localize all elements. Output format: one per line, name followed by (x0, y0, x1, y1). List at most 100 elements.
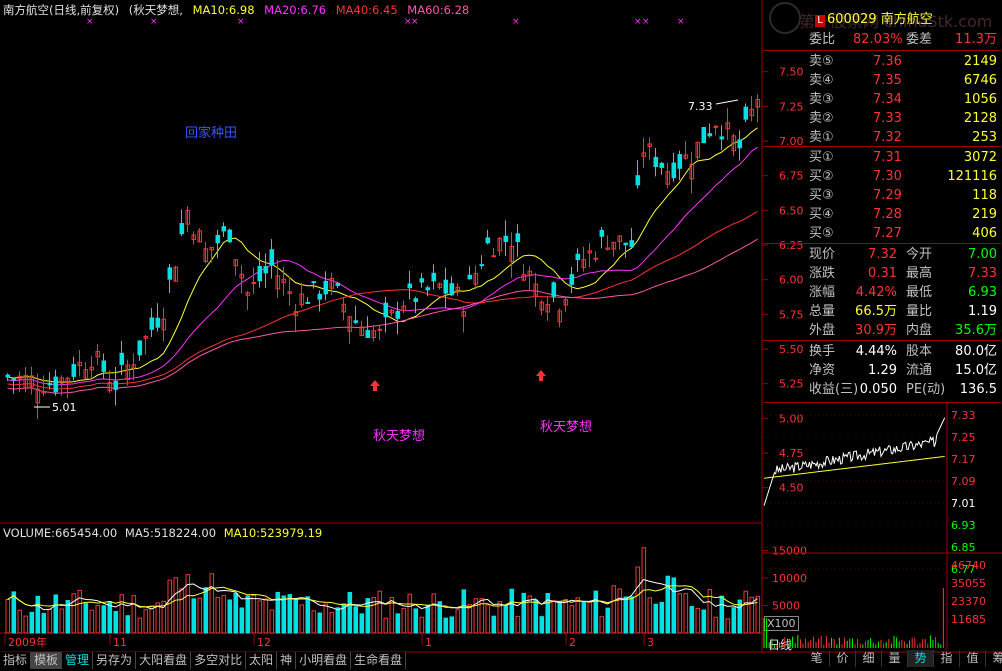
volume-header: VOLUME:665454.00 MA5:518224.00 MA10:5239… (3, 526, 322, 540)
stat-label: 流通 (906, 363, 933, 378)
volume-bar (311, 610, 317, 634)
tab-detail[interactable]: 细 (856, 650, 882, 667)
volume-bar (485, 604, 491, 634)
tab-index[interactable]: 指 (934, 650, 960, 667)
intraday-mini-chart[interactable]: 7.337.257.177.097.016.936.856.77 4674035… (763, 403, 1002, 650)
tab-xiaoming[interactable]: 小明看盘 (296, 652, 352, 669)
candle-body (659, 162, 665, 168)
order-label: 卖① (809, 130, 834, 145)
volume-bar (593, 590, 599, 634)
tab-trades[interactable]: 笔 (804, 650, 830, 667)
high-price-label: 7.33 (688, 100, 713, 113)
order-price: 7.33 (873, 111, 902, 126)
candle-body (467, 274, 473, 280)
candle-body (335, 282, 341, 286)
volume-bar (467, 604, 473, 634)
stat-value: 80.0亿 (955, 344, 997, 359)
volume-bar (605, 607, 611, 634)
weibi-label: 委比 (809, 32, 836, 47)
tab-shen[interactable]: 神 (277, 652, 297, 669)
date-label: 3 (647, 636, 654, 649)
volume-bar (317, 612, 323, 634)
date-axis: 2009年 11 12 1 2 3 (4, 633, 654, 649)
volume-bar (569, 605, 575, 634)
signal-x-mark: × (677, 17, 685, 27)
volume-bar (257, 600, 263, 634)
candle-body (743, 106, 749, 120)
volume-bar (209, 573, 215, 634)
order-price: 7.28 (873, 207, 902, 222)
stat-label: 涨幅 (809, 285, 836, 300)
volume-bar (677, 593, 683, 634)
volume-bar (11, 591, 17, 634)
ma-line (7, 238, 758, 394)
stat-value: 35.6万 (955, 323, 997, 338)
candle-body (137, 340, 143, 356)
tab-chips[interactable]: 筹 (986, 650, 1002, 667)
tab-dayang[interactable]: 大阳看盘 (136, 652, 192, 669)
tab-shengming[interactable]: 生命看盘 (351, 652, 407, 669)
volume-bar (113, 610, 119, 634)
candle-body (221, 226, 227, 232)
volume-bar (221, 595, 227, 634)
stat-value: 4.44% (855, 344, 897, 359)
tab-volume[interactable]: 量 (882, 650, 908, 667)
signal-x-mark: × (512, 17, 520, 27)
sell-row: 卖④ 7.35 6746 (763, 71, 1001, 90)
order-price: 7.29 (873, 188, 902, 203)
volume-bar (425, 604, 431, 634)
stat-label: 股本 (906, 344, 933, 359)
candle-body (653, 157, 659, 168)
tab-value[interactable]: 值 (960, 650, 986, 667)
volume-value: VOLUME:665454.00 (3, 526, 118, 540)
intraday-volume-bars (763, 588, 944, 648)
tab-template[interactable]: 模板 (31, 652, 63, 669)
stat-value: 4.42% (855, 285, 897, 300)
mini-price-label: 6.93 (951, 519, 976, 532)
volume-bar (47, 608, 53, 634)
signal-x-mark: × (642, 17, 650, 27)
stats-row: 换手 4.44% 股本 80.0亿 (763, 342, 1001, 361)
order-volume: 2149 (963, 54, 997, 69)
date-label: 2009年 (8, 635, 47, 649)
stock-code-name: L 600029 南方航空 (815, 8, 933, 27)
volume-bar (599, 616, 605, 634)
volume-bar (515, 615, 521, 634)
stats-row: 涨幅 4.42% 最低 6.93 (763, 283, 1001, 302)
weicha-value: 11.3万 (955, 32, 997, 47)
volume-bar (305, 596, 311, 634)
tab-duokong[interactable]: 多空对比 (191, 652, 247, 669)
volume-bar (731, 607, 737, 634)
candle-body (485, 237, 491, 244)
tab-taiyang[interactable]: 太阳 (246, 652, 278, 669)
candle-body (269, 249, 275, 266)
tab-indicator[interactable]: 指标 (0, 652, 32, 669)
volume-bar (17, 609, 23, 634)
volume-bar (755, 595, 761, 634)
stats-row: 净资 1.29 流通 15.0亿 (763, 361, 1001, 380)
volume-bar (131, 595, 137, 634)
volume-bar (563, 598, 569, 634)
volume-bar (695, 607, 701, 634)
tab-trend[interactable]: 势 (908, 650, 934, 667)
candle-body (251, 282, 257, 285)
stat-label: 外盘 (809, 323, 836, 338)
tab-save-as[interactable]: 另存为 (93, 652, 137, 669)
order-label: 卖⑤ (809, 54, 834, 69)
volume-bar (5, 599, 11, 634)
volume-bar (71, 593, 77, 634)
candle-body (47, 382, 53, 386)
candle-body (629, 240, 635, 248)
tab-price[interactable]: 价 (830, 650, 856, 667)
candle-body (383, 302, 389, 318)
volume-bar (419, 616, 425, 634)
volume-bar (179, 588, 185, 634)
tab-manage[interactable]: 管理 (62, 652, 94, 669)
volume-bar (491, 615, 497, 634)
volume-bar (629, 596, 635, 634)
weicha-label: 委差 (906, 32, 933, 47)
volume-bar (407, 593, 413, 634)
volume-bar (371, 597, 377, 634)
buy-row: 买① 7.31 3072 (763, 148, 1001, 167)
mini-volume-label: 11685 (951, 613, 986, 626)
